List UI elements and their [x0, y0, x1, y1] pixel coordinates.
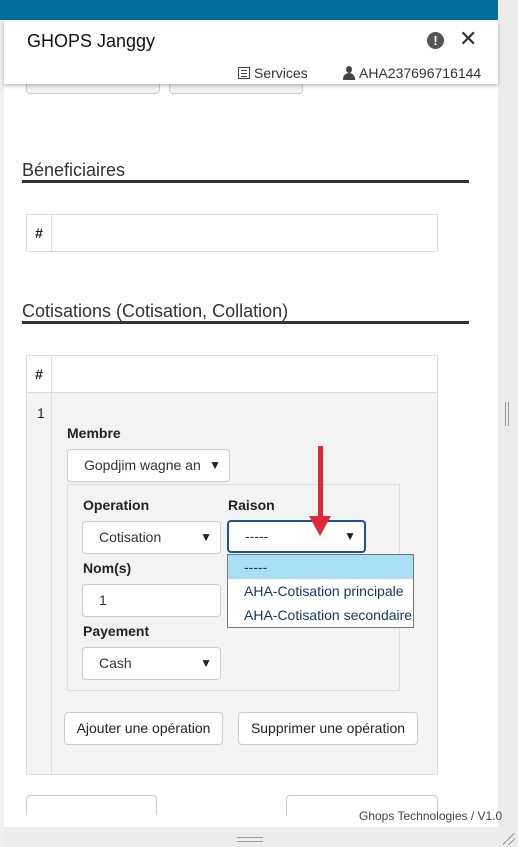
- partial-button-right[interactable]: [169, 84, 303, 94]
- window-left-rail: [0, 20, 4, 847]
- noms-value: 1: [99, 592, 107, 608]
- cotisations-table-header: #: [26, 355, 438, 393]
- raison-select[interactable]: ----- ▼: [227, 520, 366, 553]
- dropdown-option[interactable]: AHA-Cotisation principale: [228, 579, 413, 603]
- table-header-hash: #: [27, 356, 52, 392]
- dropdown-option[interactable]: -----: [228, 555, 413, 579]
- membre-value: Gopdjim wagne an: [84, 457, 201, 473]
- splitter-handle[interactable]: [505, 402, 509, 426]
- raison-label: Raison: [228, 497, 275, 513]
- app-title: GHOPS Janggy: [27, 31, 156, 51]
- chevron-down-icon: ▼: [344, 529, 356, 543]
- services-label: Services: [254, 65, 308, 81]
- beneficiaires-title: Béneficiaires: [22, 160, 126, 180]
- resize-grip[interactable]: [237, 837, 263, 842]
- membre-select[interactable]: Gopdjim wagne an ▼: [67, 449, 230, 482]
- chevron-down-icon: ▼: [200, 656, 212, 670]
- payement-label: Payement: [83, 623, 150, 639]
- row-index: 1: [37, 405, 45, 421]
- chevron-down-icon: ▼: [200, 530, 212, 544]
- list-icon: [238, 67, 250, 79]
- noms-input[interactable]: 1: [82, 584, 221, 617]
- noms-label: Nom(s): [83, 560, 132, 576]
- table-header-hash: #: [27, 215, 52, 251]
- top-color-bar: [0, 0, 498, 20]
- services-link[interactable]: Services: [238, 65, 308, 81]
- user-id: AHA237696716144: [359, 65, 482, 81]
- close-icon[interactable]: ✕: [459, 28, 477, 50]
- raison-value: -----: [245, 528, 269, 544]
- add-operation-button[interactable]: Ajouter une opération: [64, 712, 223, 745]
- membre-label: Membre: [67, 425, 121, 441]
- beneficiaires-table: #: [26, 214, 438, 252]
- section-divider: [22, 321, 469, 324]
- user-icon: [342, 66, 356, 80]
- resize-corner-icon[interactable]: [503, 833, 515, 845]
- row-index-cell: 1: [27, 393, 52, 774]
- operation-select[interactable]: Cotisation ▼: [82, 521, 221, 554]
- operation-value: Cotisation: [99, 529, 162, 545]
- raison-dropdown[interactable]: ----- AHA-Cotisation principale AHA-Coti…: [227, 554, 414, 628]
- section-divider: [22, 180, 469, 183]
- user-account[interactable]: AHA237696716144: [342, 65, 481, 81]
- operation-label: Operation: [83, 497, 150, 513]
- dropdown-option[interactable]: AHA-Cotisation secondaire: [228, 603, 413, 627]
- cotisations-title: Cotisations (Cotisation, Collation): [22, 301, 289, 321]
- remove-operation-button[interactable]: Supprimer une opération: [238, 712, 418, 745]
- annotation-arrow: [318, 446, 323, 520]
- partial-button-left[interactable]: [26, 795, 157, 815]
- app-header: GHOPS Janggy ! ✕ Services AHA23769671614…: [4, 20, 498, 84]
- annotation-arrow-head: [309, 516, 331, 536]
- payement-select[interactable]: Cash ▼: [82, 647, 221, 680]
- partial-button-left[interactable]: [26, 84, 160, 94]
- footer-credit: Ghops Technologies / V1.0: [359, 809, 503, 823]
- chevron-down-icon: ▼: [209, 458, 221, 472]
- payement-value: Cash: [99, 655, 132, 671]
- alert-icon[interactable]: !: [427, 32, 444, 49]
